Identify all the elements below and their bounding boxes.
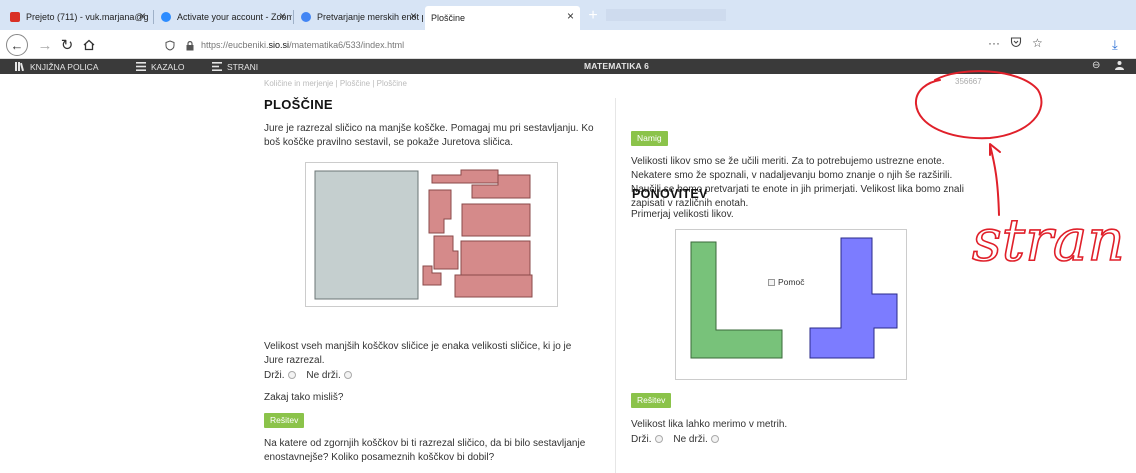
contents-button[interactable]: KAZALO: [136, 60, 185, 73]
tab-zoom[interactable]: Activate your account - Zoom ×: [155, 6, 292, 28]
radio-true[interactable]: [287, 371, 296, 379]
address-bar-actions: ··· ☆: [988, 36, 1043, 51]
pink-piece-bottom: [454, 274, 533, 298]
compare-prompt: Primerjaj velikosti likov.: [631, 209, 734, 220]
pages-label: STRANI: [227, 61, 259, 72]
radio-true[interactable]: [654, 435, 663, 443]
option-false-label: Ne drži.: [306, 370, 341, 381]
page-number: 356667: [955, 77, 982, 86]
pink-piece-center: [460, 240, 531, 280]
home-icon: [83, 39, 95, 51]
tab-title: Activate your account - Zoom: [177, 12, 292, 22]
list-icon: [136, 62, 146, 71]
annotation-text: stran: [972, 206, 1125, 274]
bookmark-star-icon[interactable]: ☆: [1032, 36, 1043, 51]
annotation-arrow-shaft: [989, 144, 1000, 216]
pink-piece-left-tall: [428, 189, 452, 234]
section-subtitle: PONOVITEV: [632, 187, 708, 201]
arrow-left-icon: ←: [10, 37, 24, 53]
close-icon[interactable]: ×: [279, 9, 286, 23]
pink-piece-top: [431, 169, 499, 184]
statement-text: Velikost lika lahko merimo v metrih.: [631, 419, 788, 430]
bookshelf-label: KNJIŽNA POLICA: [30, 61, 99, 72]
why-prompt: Zakaj tako misliš?: [264, 392, 344, 403]
answer-options-2: Drži. Ne drži.: [631, 433, 725, 447]
user-icon[interactable]: [1114, 60, 1125, 74]
blue-plus-shape: [809, 237, 898, 359]
puzzle-pieces: [314, 169, 533, 300]
help-checkbox-row[interactable]: Pomoč: [768, 277, 804, 287]
tab-ploscine[interactable]: Ploščine ×: [425, 6, 580, 30]
option-false-label: Ne drži.: [673, 434, 708, 445]
help-label: Pomoč: [778, 277, 805, 287]
app-toolbar: KNJIŽNA POLICA KAZALO STRANI MATEMATIKA …: [0, 59, 1136, 74]
google-icon: [301, 12, 311, 22]
home-button[interactable]: [78, 34, 100, 56]
tab-title: Ploščine: [431, 13, 466, 23]
more-actions-icon[interactable]: ···: [988, 36, 1000, 51]
close-icon[interactable]: ×: [567, 9, 574, 23]
navigation-bar: ← → ↻ https://eucbeniki.sio.si/matematik…: [0, 30, 1136, 59]
close-icon[interactable]: ×: [139, 9, 146, 23]
reload-icon: ↻: [60, 37, 74, 54]
solution-button[interactable]: Rešitev: [264, 413, 305, 428]
radio-false[interactable]: [710, 435, 719, 443]
tab-separator: [293, 10, 294, 24]
tab-separator: [153, 10, 154, 24]
pages-button[interactable]: STRANI: [212, 60, 258, 73]
page-title: PLOŠČINE: [264, 97, 333, 112]
breadcrumb: Količine in merjenje | Ploščine | Plošči…: [264, 79, 407, 88]
zoom-icon: [161, 12, 171, 22]
url-text: https://eucbeniki.sio.si/matematika6/533…: [201, 40, 405, 50]
answer-options-1: Drži. Ne drži.: [264, 369, 358, 383]
puzzle-area[interactable]: [305, 162, 558, 307]
arrow-right-icon: →: [37, 36, 53, 54]
question-1: Velikost vseh manjših koščkov sličice je…: [264, 341, 572, 366]
tab-google-search[interactable]: Pretvarjanje merskih enot pdf ×: [295, 6, 423, 28]
gmail-icon: [10, 12, 20, 22]
bookshelf-button[interactable]: KNJIŽNA POLICA: [15, 60, 99, 73]
back-button[interactable]: ←: [6, 34, 28, 56]
tab-title: Prejeto (711) - vuk.marjana@g: [26, 12, 149, 22]
shield-icon: [165, 39, 175, 51]
download-icon[interactable]: ⤓: [1112, 37, 1118, 53]
blurred-tab: [606, 9, 726, 21]
solution-button-right[interactable]: Rešitev: [631, 393, 672, 408]
address-bar[interactable]: https://eucbeniki.sio.si/matematika6/533…: [165, 34, 1055, 56]
column-divider: [615, 98, 616, 473]
annotation-arrow-head: [989, 143, 1001, 156]
radio-false[interactable]: [343, 371, 352, 379]
lock-icon: [186, 40, 194, 50]
hint-button[interactable]: Namig: [631, 131, 668, 146]
shapes-area: Pomoč: [675, 229, 907, 380]
help-checkbox[interactable]: [768, 278, 775, 286]
option-true-label: Drži.: [264, 370, 285, 381]
text-lines-icon: [212, 62, 222, 71]
tab-title: Pretvarjanje merskih enot pdf: [317, 12, 423, 22]
book-title: MATEMATIKA 6: [584, 61, 650, 71]
close-icon[interactable]: ×: [410, 9, 417, 23]
option-true-label: Drži.: [631, 434, 652, 445]
reload-button[interactable]: ↻: [56, 34, 78, 56]
contents-label: KAZALO: [151, 61, 185, 72]
forward-button[interactable]: →: [34, 34, 56, 56]
settings-circle-icon[interactable]: ⊖: [1092, 60, 1100, 71]
hint-text: Velikosti likov smo se že učili meriti. …: [631, 156, 964, 209]
browser-tab-strip: Prejeto (711) - vuk.marjana@g × Activate…: [0, 0, 1136, 30]
green-l-shape: [690, 241, 783, 359]
shapes-figure: [690, 237, 898, 359]
pink-piece-mid: [461, 203, 531, 237]
pink-piece-left-middle: [433, 235, 459, 270]
question-2: Na katere od zgornjih koščkov bi ti razr…: [264, 438, 586, 463]
pocket-icon[interactable]: [1010, 36, 1022, 51]
gray-piece: [314, 170, 419, 300]
tab-gmail[interactable]: Prejeto (711) - vuk.marjana@g ×: [4, 6, 152, 28]
intro-text: Jure je razrezal sličico na manjše koščk…: [264, 123, 594, 148]
bookshelf-icon: [15, 62, 25, 71]
new-tab-button[interactable]: +: [583, 8, 603, 24]
